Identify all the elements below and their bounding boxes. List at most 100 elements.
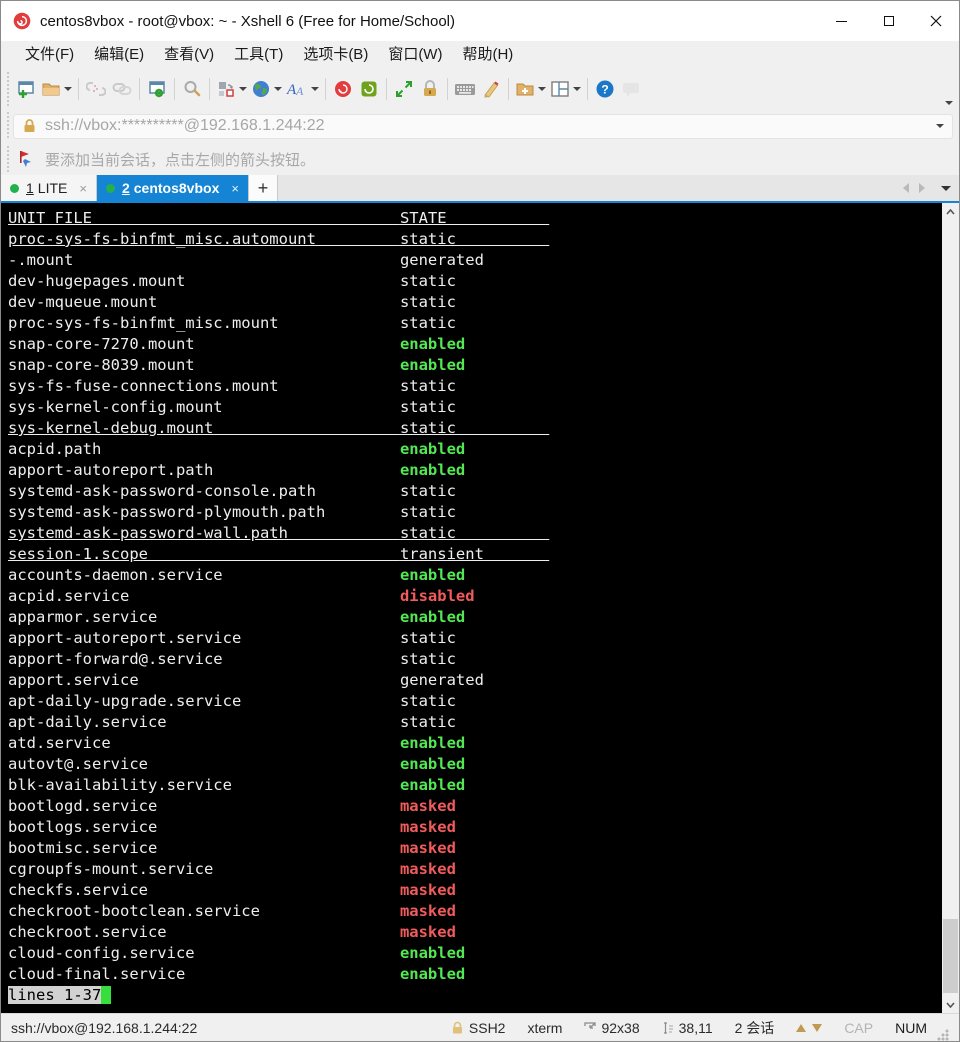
maximize-icon [884, 16, 894, 26]
arrange-button[interactable] [214, 74, 249, 104]
menu-tab[interactable]: 选项卡(B) [293, 41, 378, 69]
menu-tools[interactable]: 工具(T) [224, 41, 293, 69]
status-scroll-arrows[interactable] [796, 1024, 822, 1032]
address-bar-grip[interactable] [5, 112, 11, 140]
status-protocol: SSH2 [451, 1020, 506, 1036]
new-session-folder-dropdown-icon [538, 87, 546, 91]
toolbar-separator [508, 78, 509, 100]
tab-2-centos8vbox[interactable]: 2 centos8vbox × [97, 175, 249, 201]
lock-icon [421, 79, 439, 99]
maximize-button[interactable] [865, 1, 912, 41]
xshell-window: centos8vbox - root@vbox: ~ - Xshell 6 (F… [0, 0, 960, 1042]
svg-text:?: ? [601, 83, 608, 97]
new-tab-button[interactable]: + [249, 175, 278, 201]
toolbar-separator [386, 78, 387, 100]
feedback-icon [621, 80, 641, 98]
status-bar: ssh://vbox@192.168.1.244:22 SSH2 xterm 9… [1, 1013, 959, 1041]
scroll-bottom-icon[interactable] [812, 1024, 822, 1032]
scroll-top-icon[interactable] [796, 1024, 806, 1032]
status-terminal-size: 92x38 [584, 1020, 639, 1036]
tab-scroll-right-icon[interactable] [919, 183, 925, 193]
status-term-type[interactable]: xterm [527, 1020, 562, 1036]
find-icon [182, 79, 202, 99]
xshell-button[interactable] [330, 74, 356, 104]
window-title: centos8vbox - root@vbox: ~ - Xshell 6 (F… [40, 13, 818, 30]
new-session-button[interactable] [13, 74, 39, 104]
minimize-icon [836, 21, 847, 22]
info-bar-text: 要添加当前会话，点击左侧的箭头按钮。 [45, 149, 315, 170]
layout-panes-dropdown-icon [573, 87, 581, 91]
minimize-button[interactable] [818, 1, 865, 41]
address-text: ssh://vbox:**********@192.168.1.244:22 [45, 117, 933, 135]
close-button[interactable] [912, 1, 959, 41]
toolbar-separator [139, 78, 140, 100]
new-session-folder-button[interactable] [513, 74, 548, 104]
svg-text:A: A [295, 84, 304, 98]
status-sessions[interactable]: 2 会话 [735, 1018, 775, 1038]
info-bar-grip[interactable] [5, 146, 11, 172]
disconnect-button[interactable] [83, 74, 109, 104]
menu-file[interactable]: 文件(F) [15, 41, 84, 69]
status-term-type-label: xterm [527, 1020, 562, 1036]
toolbar-separator [447, 78, 448, 100]
scroll-up-icon[interactable] [942, 203, 959, 220]
address-lock-icon [22, 118, 37, 134]
help-icon: ? [595, 79, 615, 99]
tab-bar: 1 LITE × 2 centos8vbox × + [1, 175, 959, 203]
address-input[interactable]: ssh://vbox:**********@192.168.1.244:22 [13, 114, 953, 139]
web-button[interactable] [249, 74, 284, 104]
tab-1-lite[interactable]: 1 LITE × [1, 175, 97, 201]
menu-edit[interactable]: 编辑(E) [84, 41, 154, 69]
toolbar-overflow-icon[interactable] [945, 101, 953, 105]
scrollbar-thumb[interactable] [943, 919, 958, 993]
tab-scroll-left-icon[interactable] [903, 183, 909, 193]
address-dropdown-icon[interactable] [936, 124, 944, 128]
terminal-scrollbar[interactable] [942, 203, 959, 1013]
find-button[interactable] [179, 74, 205, 104]
fullscreen-button[interactable] [391, 74, 417, 104]
font-dropdown-icon [311, 87, 319, 91]
tab-close-icon[interactable]: × [231, 181, 239, 196]
ssh-lock-icon [451, 1021, 464, 1035]
address-bar: ssh://vbox:**********@192.168.1.244:22 [1, 109, 959, 143]
resize-grip[interactable] [937, 1029, 949, 1041]
font-icon: A A [286, 79, 308, 99]
menu-window[interactable]: 窗口(W) [378, 41, 452, 69]
web-icon [251, 79, 271, 99]
toolbar-separator [325, 78, 326, 100]
tab-number: 2 [122, 180, 130, 196]
new-session-icon [16, 79, 36, 99]
session-properties-icon [147, 79, 167, 99]
xshell-icon [333, 79, 353, 99]
open-session-button[interactable] [39, 74, 74, 104]
tab-close-icon[interactable]: × [79, 181, 87, 196]
tab-list-dropdown-icon[interactable] [941, 186, 951, 191]
fullscreen-icon [394, 79, 414, 99]
font-button[interactable]: A A [284, 74, 321, 104]
status-cursor-pos: 38,11 [662, 1020, 713, 1036]
terminal-output[interactable]: UNIT FILE STATE proc-sys-fs-binfmt_misc.… [1, 203, 942, 1013]
status-protocol-label: SSH2 [469, 1020, 506, 1036]
xftp-button[interactable] [356, 74, 382, 104]
feedback-button[interactable] [618, 74, 644, 104]
arrange-icon [216, 79, 236, 99]
scroll-down-icon[interactable] [942, 996, 959, 1013]
highlight-icon [481, 79, 501, 99]
menu-view[interactable]: 查看(V) [154, 41, 224, 69]
lock-screen-button[interactable] [417, 74, 443, 104]
disconnect-icon [86, 80, 106, 98]
help-button[interactable]: ? [592, 74, 618, 104]
toolbar-grip[interactable] [5, 72, 11, 106]
reconnect-button[interactable] [109, 74, 135, 104]
highlight-button[interactable] [478, 74, 504, 104]
layout-panes-button[interactable] [548, 74, 583, 104]
status-caps-lock: CAP [844, 1020, 873, 1036]
keyboard-icon [454, 81, 476, 97]
new-session-folder-icon [515, 80, 535, 98]
session-properties-button[interactable] [144, 74, 170, 104]
menu-help[interactable]: 帮助(H) [452, 41, 523, 69]
toolbar-separator [587, 78, 588, 100]
close-icon [930, 15, 942, 27]
virtual-keyboard-button[interactable] [452, 74, 478, 104]
toolbar-separator [209, 78, 210, 100]
